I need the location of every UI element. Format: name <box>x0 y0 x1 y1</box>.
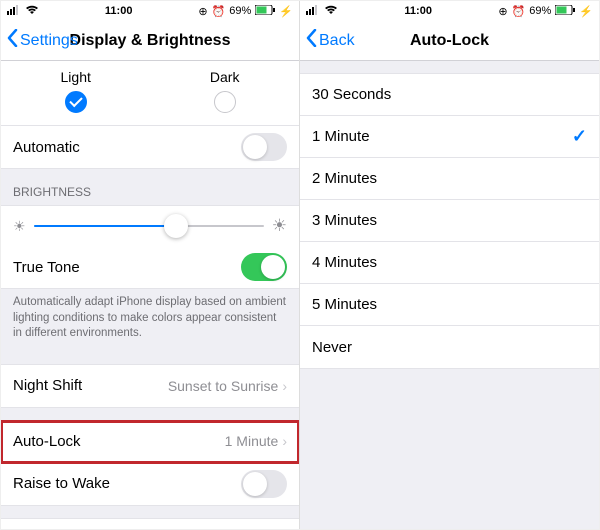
sun-max-icon: ☀︎ <box>272 216 287 236</box>
appearance-picker: Light Dark <box>1 61 299 125</box>
brightness-header: BRIGHTNESS <box>1 169 299 205</box>
alarm-icon: ⏰ <box>512 5 526 18</box>
wifi-icon <box>324 5 338 18</box>
option-label: 30 Seconds <box>312 86 391 103</box>
auto-lock-option[interactable]: 2 Minutes <box>300 158 599 200</box>
orientation-lock-icon: ⊕ <box>198 5 207 18</box>
charging-icon: ⚡ <box>279 5 293 18</box>
appearance-dark-label: Dark <box>210 69 240 85</box>
brightness-slider[interactable] <box>34 225 264 227</box>
auto-lock-option[interactable]: 1 Minute ✓ <box>300 116 599 158</box>
wifi-icon <box>25 5 39 18</box>
raise-to-wake-toggle[interactable] <box>241 470 287 498</box>
chevron-right-icon: › <box>282 378 287 394</box>
brightness-slider-row: ☀︎ ☀︎ <box>1 206 299 246</box>
battery-percent: 69% <box>529 5 551 17</box>
radio-checked-icon <box>65 91 87 113</box>
option-label: 1 Minute <box>312 128 370 145</box>
screen-display-brightness: 11:00 ⊕ ⏰ 69% ⚡ Settings Display & Brigh… <box>1 1 300 529</box>
screen-auto-lock: 11:00 ⊕ ⏰ 69% ⚡ Back Auto-Lock 30 <box>300 1 599 529</box>
auto-lock-value: 1 Minute <box>225 433 279 449</box>
alarm-icon: ⏰ <box>212 5 226 18</box>
auto-lock-option[interactable]: Never <box>300 326 599 368</box>
signal-icon <box>306 5 320 18</box>
appearance-light[interactable]: Light <box>61 69 91 113</box>
back-button[interactable]: Settings <box>7 29 78 52</box>
option-label: 2 Minutes <box>312 170 377 187</box>
option-label: Never <box>312 339 352 356</box>
chevron-left-icon <box>306 29 317 52</box>
raise-to-wake-label: Raise to Wake <box>13 475 110 492</box>
orientation-lock-icon: ⊕ <box>498 5 507 18</box>
true-tone-row[interactable]: True Tone <box>1 246 299 288</box>
auto-lock-options: 30 Seconds 1 Minute ✓ 2 Minutes 3 Minutes 4 M… <box>300 73 599 369</box>
night-shift-row[interactable]: Night Shift Sunset to Sunrise › <box>1 365 299 407</box>
status-time: 11:00 <box>404 5 432 17</box>
auto-lock-label: Auto-Lock <box>13 433 81 450</box>
night-shift-label: Night Shift <box>13 377 82 394</box>
battery-icon <box>255 5 275 18</box>
auto-lock-row[interactable]: Auto-Lock 1 Minute › <box>1 421 299 463</box>
option-label: 4 Minutes <box>312 254 377 271</box>
nav-bar: Settings Display & Brightness <box>1 21 299 61</box>
radio-unchecked-icon <box>214 91 236 113</box>
checkmark-icon: ✓ <box>572 126 587 147</box>
auto-lock-option[interactable]: 5 Minutes <box>300 284 599 326</box>
true-tone-footer: Automatically adapt iPhone display based… <box>1 289 299 352</box>
option-label: 5 Minutes <box>312 296 377 313</box>
battery-icon <box>555 5 575 18</box>
true-tone-toggle[interactable] <box>241 253 287 281</box>
auto-lock-option[interactable]: 3 Minutes <box>300 200 599 242</box>
back-button[interactable]: Back <box>306 29 355 52</box>
battery-percent: 69% <box>229 5 251 17</box>
night-shift-value: Sunset to Sunrise <box>168 378 279 394</box>
back-label: Settings <box>20 32 78 50</box>
status-bar: 11:00 ⊕ ⏰ 69% ⚡ <box>1 1 299 21</box>
signal-icon <box>7 5 21 18</box>
chevron-left-icon <box>7 29 18 52</box>
status-time: 11:00 <box>105 5 133 17</box>
status-bar: 11:00 ⊕ ⏰ 69% ⚡ <box>300 1 599 21</box>
auto-lock-option[interactable]: 30 Seconds <box>300 74 599 116</box>
charging-icon: ⚡ <box>579 5 593 18</box>
chevron-right-icon: › <box>282 433 287 449</box>
option-label: 3 Minutes <box>312 212 377 229</box>
appearance-dark[interactable]: Dark <box>210 69 240 113</box>
automatic-row[interactable]: Automatic <box>1 126 299 168</box>
auto-lock-option[interactable]: 4 Minutes <box>300 242 599 284</box>
sun-min-icon: ☀︎ <box>13 218 26 235</box>
true-tone-label: True Tone <box>13 259 80 276</box>
appearance-light-label: Light <box>61 69 91 85</box>
back-label: Back <box>319 32 355 50</box>
text-size-row[interactable]: Text Size › <box>1 519 299 529</box>
automatic-label: Automatic <box>13 139 80 156</box>
raise-to-wake-row[interactable]: Raise to Wake <box>1 463 299 505</box>
nav-bar: Back Auto-Lock <box>300 21 599 61</box>
automatic-toggle[interactable] <box>241 133 287 161</box>
